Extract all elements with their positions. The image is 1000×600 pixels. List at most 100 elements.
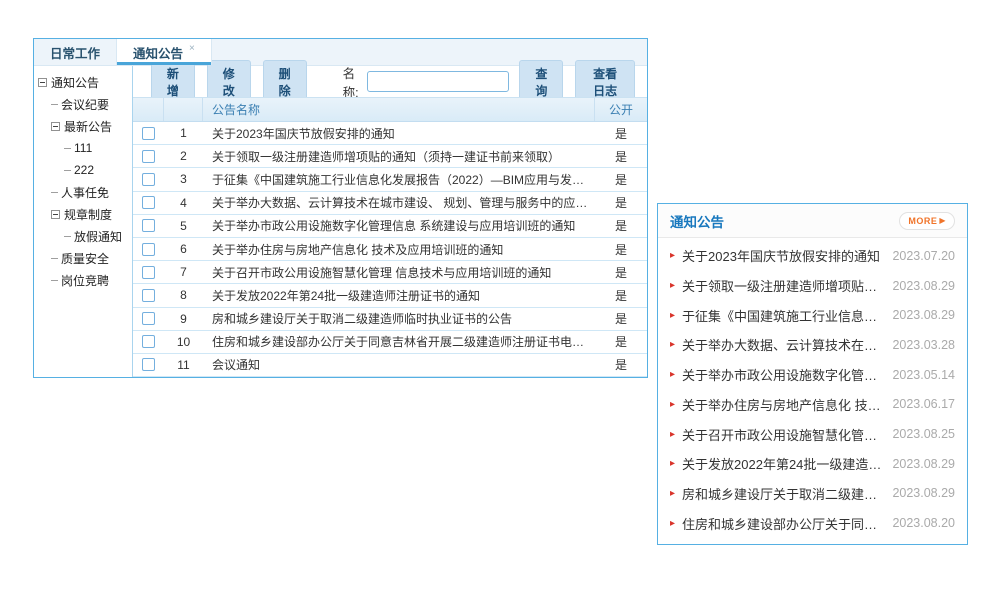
row-notice-name: 房和城乡建设厅关于取消二级建造师临时执业证书的公告 bbox=[203, 310, 595, 327]
notice-item-title: 关于2023年国庆节放假安排的通知 bbox=[682, 246, 882, 265]
tree-item-label: 会议纪要 bbox=[61, 96, 109, 113]
row-checkbox-cell bbox=[133, 312, 164, 325]
name-filter-input[interactable] bbox=[367, 71, 509, 92]
row-public-value: 是 bbox=[595, 310, 647, 327]
row-number: 1 bbox=[164, 126, 203, 140]
table-row[interactable]: 5 关于举办市政公用设施数字化管理信息 系统建设与应用培训班的通知 是 bbox=[133, 215, 647, 238]
more-button[interactable]: MORE ▶ bbox=[899, 212, 955, 230]
table-header-row: 公告名称 公开 bbox=[133, 97, 647, 122]
row-checkbox[interactable] bbox=[142, 127, 155, 140]
tab-notice[interactable]: 通知公告 × bbox=[116, 39, 212, 65]
row-checkbox-cell bbox=[133, 243, 164, 256]
notice-list-item[interactable]: ▸ 关于举办住房与房地产信息化 技术... 2023.06.17 bbox=[670, 390, 955, 420]
notice-list-item[interactable]: ▸ 关于领取一级注册建造师增项贴的通... 2023.08.29 bbox=[670, 271, 955, 301]
tree-item-label: 放假通知 bbox=[74, 228, 122, 245]
row-number: 11 bbox=[164, 358, 203, 372]
notice-item-title: 关于举办住房与房地产信息化 技术... bbox=[682, 395, 882, 414]
tree-leaf-dash bbox=[51, 104, 58, 105]
row-notice-name: 关于举办大数据、云计算技术在城市建设、 规划、管理与服务中的应用培训班的... bbox=[203, 194, 595, 211]
notice-item-date: 2023.05.14 bbox=[892, 368, 955, 382]
bullet-icon: ▸ bbox=[670, 280, 675, 291]
row-checkbox[interactable] bbox=[142, 219, 155, 232]
tree-item[interactable]: 通知公告 bbox=[34, 71, 132, 93]
table-row[interactable]: 4 关于举办大数据、云计算技术在城市建设、 规划、管理与服务中的应用培训班的..… bbox=[133, 192, 647, 215]
row-checkbox-cell bbox=[133, 289, 164, 302]
tree-leaf-dash bbox=[64, 236, 71, 237]
tree-item[interactable]: 111 bbox=[34, 137, 132, 159]
table-row[interactable]: 9 房和城乡建设厅关于取消二级建造师临时执业证书的公告 是 bbox=[133, 308, 647, 331]
header-checkbox-cell bbox=[133, 98, 164, 121]
name-filter-label: 名称: bbox=[343, 63, 362, 101]
table-row[interactable]: 7 关于召开市政公用设施智慧化管理 信息技术与应用培训班的通知 是 bbox=[133, 261, 647, 284]
notice-table: 公告名称 公开 1 关于2023年国庆节放假安排的通知 是 bbox=[133, 97, 647, 377]
notice-item-date: 2023.08.25 bbox=[892, 427, 955, 441]
tree-item[interactable]: 规章制度 bbox=[34, 203, 132, 225]
row-notice-name: 关于发放2022年第24批一级建造师注册证书的通知 bbox=[203, 287, 595, 304]
table-row[interactable]: 3 于征集《中国建筑施工行业信息化发展报告（2022）—BIM应用与发展》材料的… bbox=[133, 168, 647, 191]
tab-daily-work[interactable]: 日常工作 bbox=[34, 39, 116, 65]
tree-item-label: 111 bbox=[74, 141, 92, 155]
notice-list-item[interactable]: ▸ 关于召开市政公用设施智慧化管理 ... 2023.08.25 bbox=[670, 419, 955, 449]
row-checkbox[interactable] bbox=[142, 358, 155, 371]
table-row[interactable]: 1 关于2023年国庆节放假安排的通知 是 bbox=[133, 122, 647, 145]
tree-item-label: 最新公告 bbox=[64, 118, 112, 135]
notice-item-date: 2023.08.29 bbox=[892, 486, 955, 500]
row-public-value: 是 bbox=[595, 148, 647, 165]
notice-item-date: 2023.07.20 bbox=[892, 249, 955, 263]
row-checkbox[interactable] bbox=[142, 266, 155, 279]
table-row[interactable]: 2 关于领取一级注册建造师增项贴的通知（须持一建证书前来领取） 是 bbox=[133, 145, 647, 168]
row-public-value: 是 bbox=[595, 194, 647, 211]
notice-list-item[interactable]: ▸ 于征集《中国建筑施工行业信息化发... 2023.08.29 bbox=[670, 300, 955, 330]
tree-leaf-dash bbox=[64, 148, 71, 149]
tree-item[interactable]: 222 bbox=[34, 159, 132, 181]
tree-item[interactable]: 岗位竞聘 bbox=[34, 269, 132, 291]
row-checkbox[interactable] bbox=[142, 312, 155, 325]
bullet-icon: ▸ bbox=[670, 518, 675, 529]
tree-item[interactable]: 人事任免 bbox=[34, 181, 132, 203]
row-public-value: 是 bbox=[595, 264, 647, 281]
notice-list-item[interactable]: ▸ 房和城乡建设厅关于取消二级建造师... 2023.08.29 bbox=[670, 479, 955, 509]
row-number: 4 bbox=[164, 196, 203, 210]
tree-item[interactable]: 质量安全 bbox=[34, 247, 132, 269]
table-row[interactable]: 11 会议通知 是 bbox=[133, 354, 647, 377]
row-checkbox[interactable] bbox=[142, 196, 155, 209]
notice-list-item[interactable]: ▸ 住房和城乡建设部办公厅关于同意吉... 2023.08.20 bbox=[670, 508, 955, 538]
tree-item[interactable]: 放假通知 bbox=[34, 225, 132, 247]
row-notice-name: 关于召开市政公用设施智慧化管理 信息技术与应用培训班的通知 bbox=[203, 264, 595, 281]
row-public-value: 是 bbox=[595, 287, 647, 304]
tree-item-label: 222 bbox=[74, 163, 94, 177]
table-row[interactable]: 8 关于发放2022年第24批一级建造师注册证书的通知 是 bbox=[133, 284, 647, 307]
more-arrow-icon: ▶ bbox=[939, 216, 946, 225]
bullet-icon: ▸ bbox=[670, 310, 675, 321]
tree-item[interactable]: 最新公告 bbox=[34, 115, 132, 137]
row-checkbox-cell bbox=[133, 150, 164, 163]
table-row[interactable]: 10 住房和城乡建设部办公厅关于同意吉林省开展二级建造师注册证书电子化试点的..… bbox=[133, 331, 647, 354]
collapse-icon[interactable] bbox=[51, 122, 60, 131]
tree-leaf-dash bbox=[51, 192, 58, 193]
bullet-icon: ▸ bbox=[670, 429, 675, 440]
tree-item[interactable]: 会议纪要 bbox=[34, 93, 132, 115]
row-checkbox[interactable] bbox=[142, 243, 155, 256]
notice-item-title: 于征集《中国建筑施工行业信息化发... bbox=[682, 306, 882, 325]
row-number: 9 bbox=[164, 312, 203, 326]
notice-widget: 通知公告 MORE ▶ ▸ 关于2023年国庆节放假安排的通知 2023.07.… bbox=[657, 203, 968, 545]
notice-list-item[interactable]: ▸ 关于举办市政公用设施数字化管理信... 2023.05.14 bbox=[670, 360, 955, 390]
tree-item-label: 人事任免 bbox=[61, 184, 109, 201]
row-checkbox-cell bbox=[133, 173, 164, 186]
row-notice-name: 于征集《中国建筑施工行业信息化发展报告（2022）—BIM应用与发展》材料的函 bbox=[203, 171, 595, 188]
row-checkbox-cell bbox=[133, 219, 164, 232]
notice-list-item[interactable]: ▸ 关于2023年国庆节放假安排的通知 2023.07.20 bbox=[670, 241, 955, 271]
row-public-value: 是 bbox=[595, 171, 647, 188]
collapse-icon[interactable] bbox=[51, 210, 60, 219]
row-checkbox[interactable] bbox=[142, 335, 155, 348]
notice-list-item[interactable]: ▸ 关于发放2022年第24批一级建造师... 2023.08.29 bbox=[670, 449, 955, 479]
row-checkbox[interactable] bbox=[142, 289, 155, 302]
bullet-icon: ▸ bbox=[670, 488, 675, 499]
table-row[interactable]: 6 关于举办住房与房地产信息化 技术及应用培训班的通知 是 bbox=[133, 238, 647, 261]
collapse-icon[interactable] bbox=[38, 78, 47, 87]
row-checkbox[interactable] bbox=[142, 150, 155, 163]
row-checkbox[interactable] bbox=[142, 173, 155, 186]
close-icon[interactable]: × bbox=[189, 43, 195, 54]
header-public-cell: 公开 bbox=[595, 101, 647, 118]
notice-list-item[interactable]: ▸ 关于举办大数据、云计算技术在城市... 2023.03.28 bbox=[670, 330, 955, 360]
